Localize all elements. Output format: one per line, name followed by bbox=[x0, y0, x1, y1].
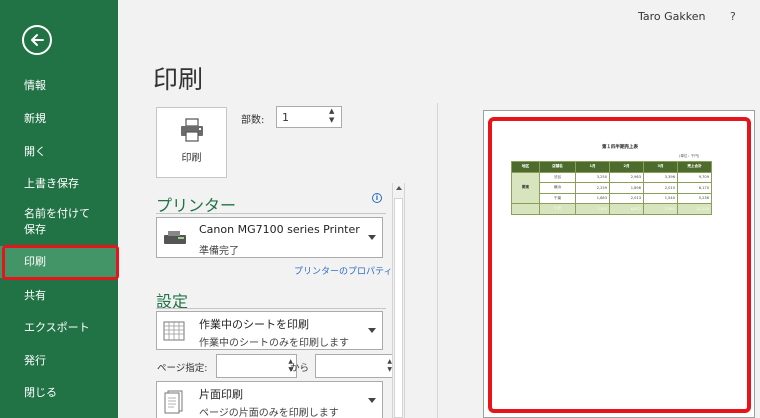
pages-label: ページ指定: bbox=[157, 363, 208, 374]
nav-open[interactable]: 開く bbox=[0, 143, 118, 161]
settings-divider bbox=[156, 308, 386, 309]
nav-close[interactable]: 閉じる bbox=[0, 384, 118, 402]
info-icon[interactable]: i bbox=[372, 193, 382, 203]
nav-share[interactable]: 共有 bbox=[0, 287, 118, 305]
backstage-sidebar: 情報 新規 開く 上書き保存 名前を付けて 保存 印刷 共有 エクスポート 発行… bbox=[0, 0, 118, 418]
printer-status: 準備完了 bbox=[199, 246, 239, 257]
chevron-down-icon bbox=[368, 398, 376, 403]
print-scope-dropdown[interactable]: 作業中のシートを印刷 作業中のシートのみを印刷します bbox=[156, 311, 383, 350]
nav-new[interactable]: 新規 bbox=[0, 110, 118, 128]
nav-publish[interactable]: 発行 bbox=[0, 352, 118, 370]
sheet-grid-icon bbox=[163, 321, 185, 341]
scroll-thumb[interactable] bbox=[394, 198, 403, 418]
user-name[interactable]: Taro Gakken bbox=[638, 10, 706, 23]
pages-to-input[interactable]: ▲ ▼ bbox=[315, 354, 396, 378]
printer-icon bbox=[181, 118, 203, 142]
page-title: 印刷 bbox=[153, 65, 204, 94]
nav-export[interactable]: エクスポート bbox=[0, 319, 118, 337]
print-button[interactable]: 印刷 bbox=[156, 107, 227, 178]
scroll-up-icon[interactable] bbox=[396, 186, 402, 190]
copies-label: 部数: bbox=[241, 115, 265, 126]
print-sides-desc: ページの片面のみを印刷します bbox=[199, 408, 339, 418]
nav-save-as[interactable]: 名前を付けて 保存 bbox=[0, 206, 118, 238]
print-scope-title: 作業中のシートを印刷 bbox=[199, 318, 309, 331]
page-one-side-icon bbox=[164, 390, 183, 414]
pages-to-label: から bbox=[290, 363, 310, 374]
print-button-label: 印刷 bbox=[181, 153, 202, 164]
printer-device-icon bbox=[164, 231, 186, 244]
chevron-down-icon bbox=[368, 327, 376, 333]
print-sides-title: 片面印刷 bbox=[199, 388, 243, 401]
copies-stepper-icon[interactable]: ▲ ▼ bbox=[329, 107, 334, 125]
nav-info[interactable]: 情報 bbox=[0, 77, 118, 95]
back-arrow-icon[interactable] bbox=[22, 25, 52, 55]
print-nav-highlight bbox=[2, 245, 119, 280]
nav-save[interactable]: 上書き保存 bbox=[0, 175, 118, 193]
pages-from-input[interactable]: ▲ ▼ bbox=[216, 354, 297, 378]
preview-highlight bbox=[488, 117, 751, 413]
printer-name: Canon MG7100 series Printer bbox=[199, 223, 360, 236]
print-scope-desc: 作業中のシートのみを印刷します bbox=[199, 338, 349, 349]
print-sides-dropdown[interactable]: 片面印刷 ページの片面のみを印刷します bbox=[156, 381, 383, 418]
printer-divider bbox=[156, 213, 386, 214]
printer-properties-link[interactable]: プリンターのプロパティ bbox=[294, 264, 392, 277]
settings-scrollbar[interactable] bbox=[392, 183, 405, 418]
chevron-down-icon bbox=[368, 234, 376, 240]
pane-divider bbox=[437, 103, 438, 418]
help-icon[interactable]: ? bbox=[730, 10, 736, 23]
printer-dropdown[interactable]: Canon MG7100 series Printer 準備完了 bbox=[156, 217, 383, 258]
